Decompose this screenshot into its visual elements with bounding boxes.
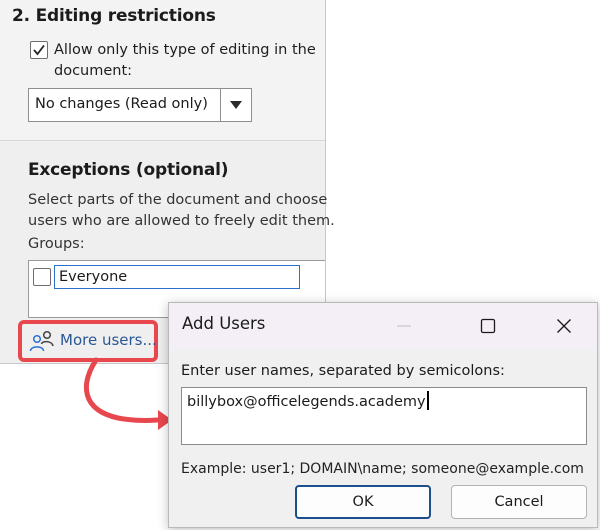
add-users-dialog: Add Users Enter user names, separated by… bbox=[168, 302, 598, 528]
cancel-button[interactable]: Cancel bbox=[451, 485, 587, 519]
user-names-value: billybox@officelegends.academy bbox=[187, 394, 426, 410]
user-names-input[interactable]: billybox@officelegends.academy bbox=[181, 387, 587, 445]
close-button[interactable] bbox=[541, 303, 587, 349]
maximize-button[interactable] bbox=[465, 303, 511, 349]
minimize-icon bbox=[397, 325, 411, 327]
names-prompt-label: Enter user names, separated by semicolon… bbox=[181, 363, 505, 379]
text-caret bbox=[426, 391, 429, 410]
ok-button[interactable]: OK bbox=[295, 485, 431, 519]
example-hint: Example: user1; DOMAIN\name; someone@exa… bbox=[181, 461, 584, 477]
dialog-titlebar[interactable]: Add Users bbox=[169, 303, 597, 349]
minimize-button[interactable] bbox=[381, 303, 427, 349]
maximize-icon bbox=[480, 318, 496, 334]
dialog-title: Add Users bbox=[182, 314, 266, 333]
close-icon bbox=[557, 319, 571, 333]
